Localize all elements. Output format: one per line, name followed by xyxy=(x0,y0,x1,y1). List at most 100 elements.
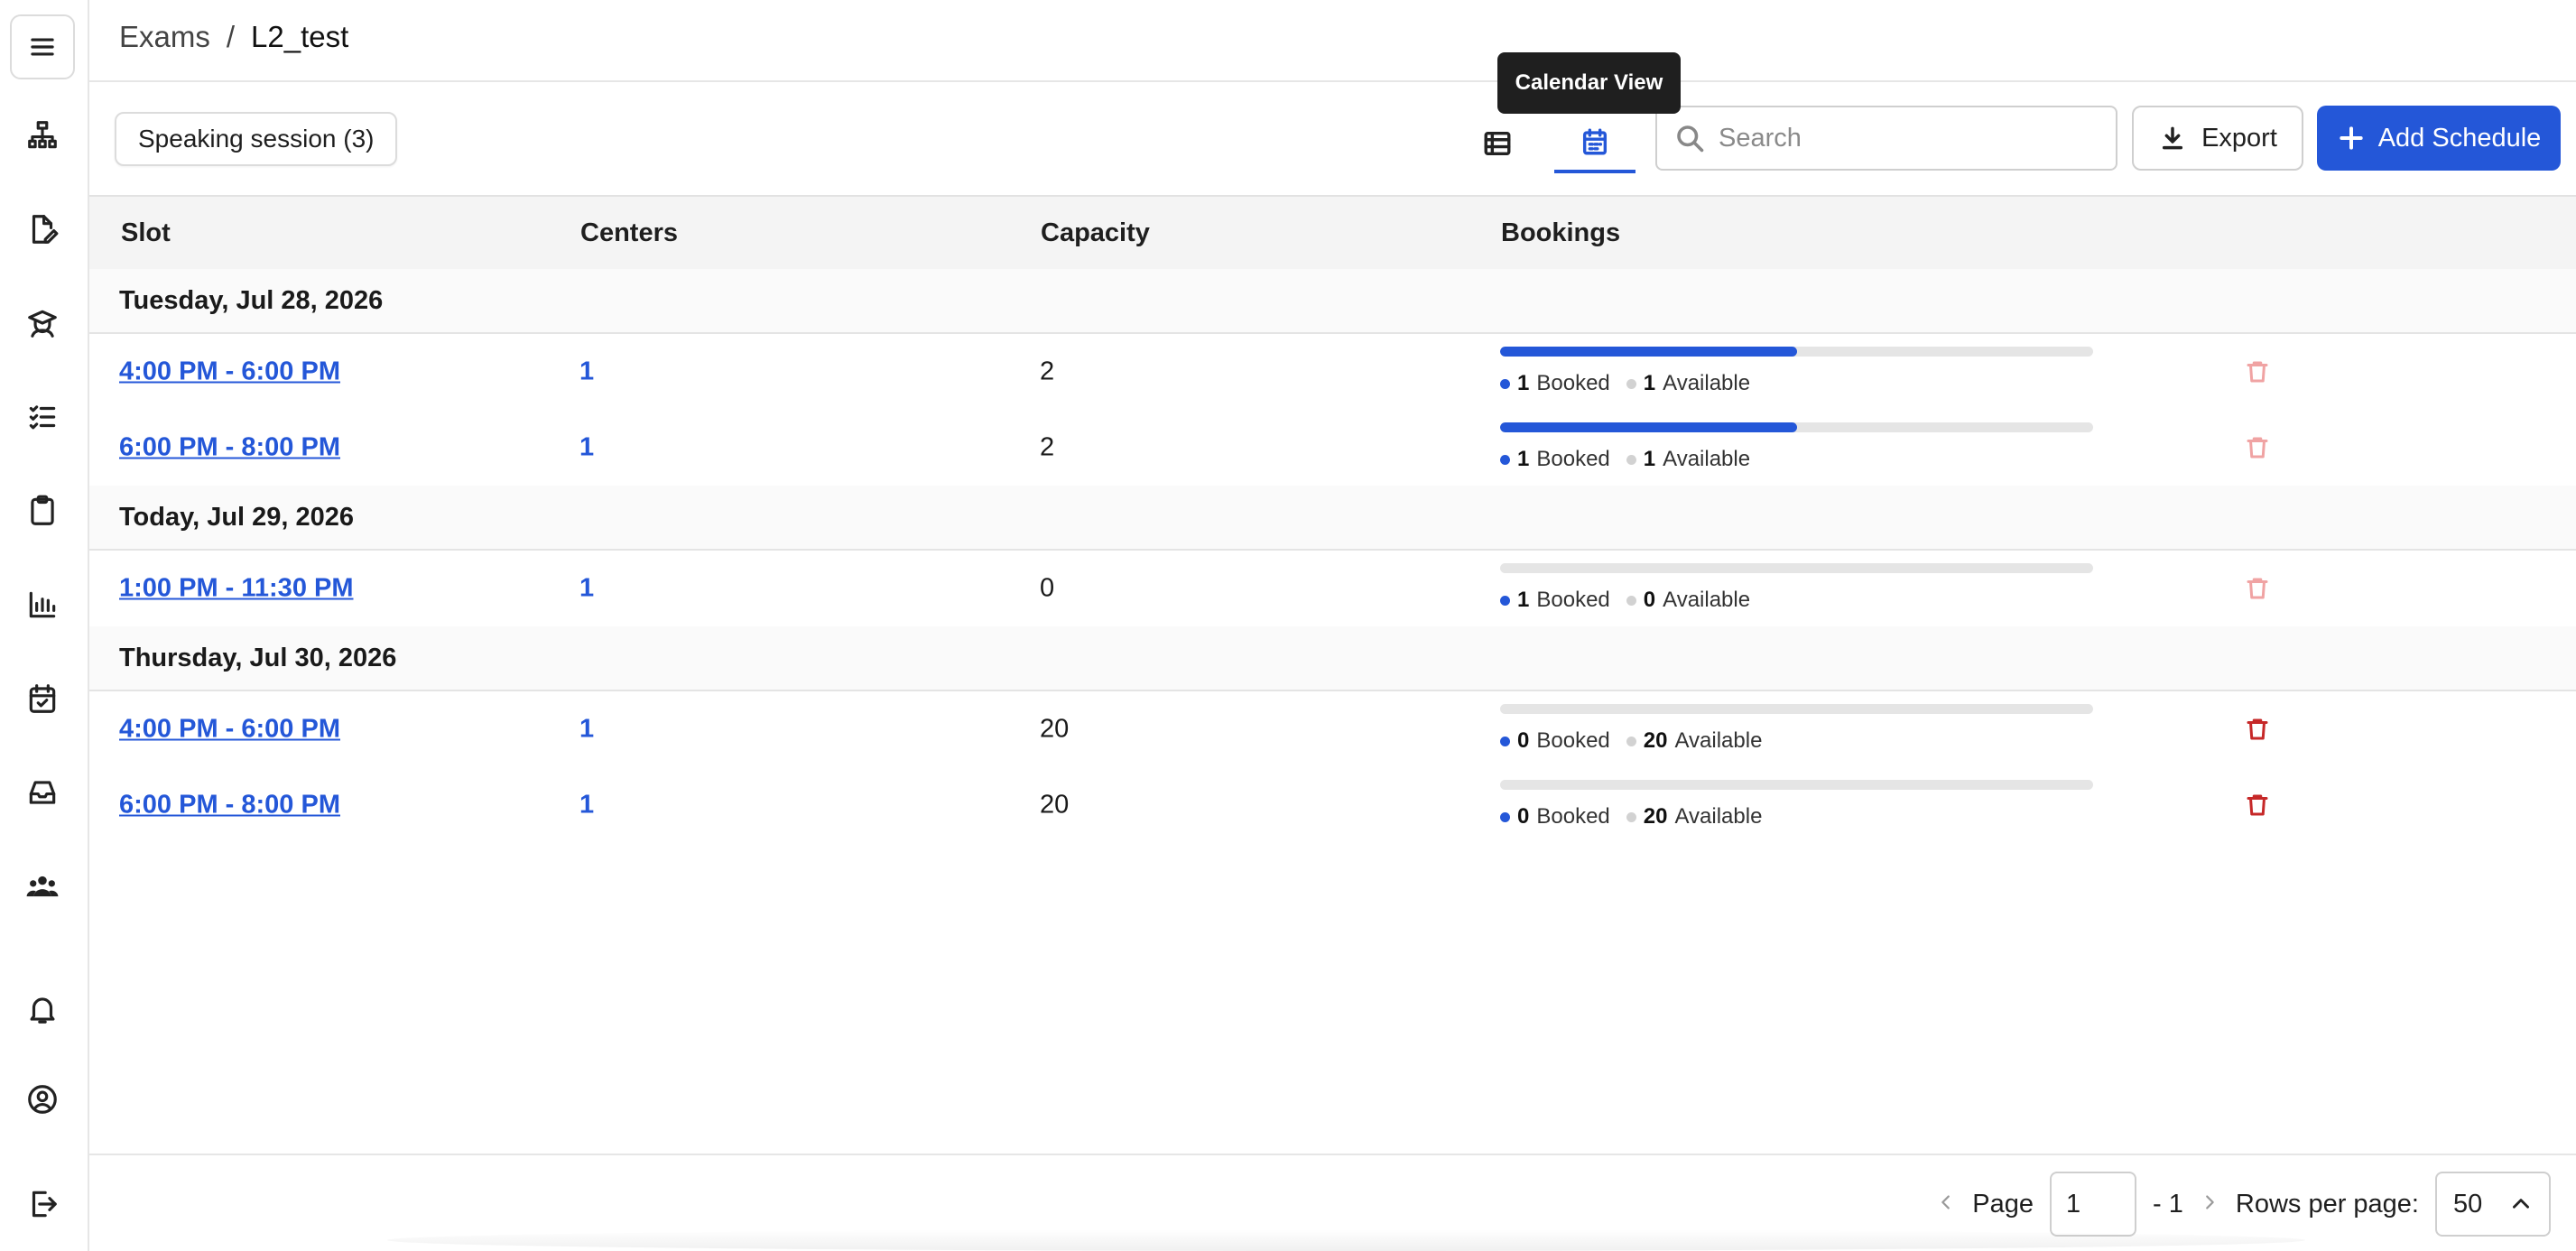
edit-document-icon[interactable] xyxy=(10,197,75,262)
delete-icon[interactable] xyxy=(2244,358,2271,385)
available-label: Available xyxy=(1674,804,1763,829)
menu-icon[interactable] xyxy=(10,14,75,79)
booked-dot-icon xyxy=(1500,595,1510,606)
rows-per-page-select[interactable]: 50 xyxy=(2435,1172,2551,1237)
calendar-icon xyxy=(1582,128,1608,155)
search-box xyxy=(1655,106,2117,171)
rows-per-page-label: Rows per page: xyxy=(2235,1189,2419,1219)
centers-link[interactable]: 1 xyxy=(579,357,594,387)
table-row: 1:00 PM - 11:30 PM 1 0 1 Booked 0 Available xyxy=(89,551,2576,626)
bell-icon[interactable] xyxy=(10,977,75,1042)
booked-dot-icon xyxy=(1500,378,1510,389)
table-row: 6:00 PM - 8:00 PM 1 2 1 Booked 1 Available xyxy=(89,410,2576,486)
booked-count: 1 xyxy=(1517,371,1530,395)
prev-page-button[interactable] xyxy=(1936,1190,1956,1219)
booked-label: Booked xyxy=(1536,804,1610,829)
booked-dot-icon xyxy=(1500,736,1510,746)
booked-legend: 0 Booked xyxy=(1500,728,1610,754)
booked-legend: 0 Booked xyxy=(1500,804,1610,829)
bookings-cell: 1 Booked 1 Available xyxy=(1500,422,2093,472)
date-group-header: Today, Jul 29, 2026 xyxy=(89,486,2576,551)
booked-dot-icon xyxy=(1500,811,1510,822)
available-label: Available xyxy=(1663,371,1751,395)
available-label: Available xyxy=(1663,447,1751,471)
capacity-value: 0 xyxy=(1040,573,1055,603)
bookings-legend: 0 Booked 20 Available xyxy=(1500,728,2093,754)
column-header-centers: Centers xyxy=(580,218,678,247)
available-legend: 20 Available xyxy=(1626,728,1763,754)
column-header-slot: Slot xyxy=(121,218,171,247)
booked-legend: 1 Booked xyxy=(1500,588,1610,613)
search-icon xyxy=(1677,125,1704,153)
booked-count: 0 xyxy=(1517,728,1530,753)
available-dot-icon xyxy=(1626,454,1636,465)
export-button[interactable]: Export xyxy=(2132,106,2303,171)
booked-count: 1 xyxy=(1517,447,1530,471)
centers-link[interactable]: 1 xyxy=(579,715,594,745)
delete-icon[interactable] xyxy=(2244,434,2271,461)
search-input[interactable] xyxy=(1719,123,2080,153)
capacity-value: 20 xyxy=(1040,714,1070,744)
account-icon[interactable] xyxy=(10,1067,75,1132)
booked-legend: 1 Booked xyxy=(1500,447,1610,472)
booked-label: Booked xyxy=(1536,728,1610,753)
available-dot-icon xyxy=(1626,378,1636,389)
page-number-input[interactable] xyxy=(2050,1172,2137,1237)
slot-link[interactable]: 6:00 PM - 8:00 PM xyxy=(119,791,340,820)
calendar-view-tooltip: Calendar View xyxy=(1497,52,1681,114)
table-row: 6:00 PM - 8:00 PM 1 20 0 Booked 20 Available xyxy=(89,767,2576,843)
slot-link[interactable]: 4:00 PM - 6:00 PM xyxy=(119,357,340,387)
centers-link[interactable]: 1 xyxy=(579,433,594,463)
breadcrumb-separator: / xyxy=(226,20,236,53)
breadcrumb: Exams / L2_test xyxy=(119,20,348,54)
bookings-progress-bar xyxy=(1500,780,2093,790)
bookings-cell: 1 Booked 1 Available xyxy=(1500,347,2093,396)
available-dot-icon xyxy=(1626,595,1636,606)
header: Exams / L2_test xyxy=(89,0,2576,82)
bookings-cell: 0 Booked 20 Available xyxy=(1500,780,2093,829)
slot-link[interactable]: 1:00 PM - 11:30 PM xyxy=(119,574,354,604)
delete-icon[interactable] xyxy=(2244,575,2271,602)
users-icon[interactable] xyxy=(10,854,75,919)
available-count: 1 xyxy=(1643,371,1656,395)
breadcrumb-exams[interactable]: Exams xyxy=(119,20,210,54)
next-page-button[interactable] xyxy=(2200,1190,2219,1219)
clipboard-icon[interactable] xyxy=(10,478,75,543)
calendar-view-button[interactable] xyxy=(1554,114,1635,173)
session-filter-chip[interactable]: Speaking session (3) xyxy=(115,112,398,166)
date-group-header: Tuesday, Jul 28, 2026 xyxy=(89,269,2576,334)
available-label: Available xyxy=(1674,728,1763,753)
delete-icon[interactable] xyxy=(2244,792,2271,819)
footer-shadow xyxy=(387,1229,2305,1251)
slot-link[interactable]: 6:00 PM - 8:00 PM xyxy=(119,433,340,463)
available-legend: 1 Available xyxy=(1626,371,1750,396)
table-icon xyxy=(1484,131,1511,156)
export-label: Export xyxy=(2201,123,2277,153)
slot-link[interactable]: 4:00 PM - 6:00 PM xyxy=(119,715,340,745)
table-body: Tuesday, Jul 28, 2026 4:00 PM - 6:00 PM 1 2… xyxy=(89,269,2576,843)
list-view-button[interactable] xyxy=(1457,114,1538,173)
bar-chart-icon[interactable] xyxy=(10,572,75,637)
calendar-check-icon[interactable] xyxy=(10,666,75,731)
bookings-legend: 1 Booked 1 Available xyxy=(1500,447,2093,472)
delete-icon[interactable] xyxy=(2244,716,2271,743)
column-header-bookings: Bookings xyxy=(1501,218,1621,247)
add-schedule-button[interactable]: Add Schedule xyxy=(2317,106,2561,171)
checklist-icon[interactable] xyxy=(10,385,75,449)
pagination: Page - 1 Rows per page: 50 xyxy=(1936,1172,2551,1237)
available-legend: 1 Available xyxy=(1626,447,1750,472)
booked-label: Booked xyxy=(1536,371,1610,395)
inbox-icon[interactable] xyxy=(10,760,75,825)
centers-link[interactable]: 1 xyxy=(579,791,594,820)
centers-link[interactable]: 1 xyxy=(579,574,594,604)
bookings-legend: 0 Booked 20 Available xyxy=(1500,804,2093,829)
hierarchy-icon[interactable] xyxy=(10,103,75,168)
available-dot-icon xyxy=(1626,736,1636,746)
logout-icon[interactable] xyxy=(10,1172,75,1237)
available-label: Available xyxy=(1663,588,1751,612)
capacity-value: 2 xyxy=(1040,357,1055,386)
graduate-icon[interactable] xyxy=(10,291,75,356)
available-legend: 20 Available xyxy=(1626,804,1763,829)
bookings-cell: 1 Booked 0 Available xyxy=(1500,563,2093,613)
table-footer: Page - 1 Rows per page: 50 xyxy=(89,1154,2576,1251)
